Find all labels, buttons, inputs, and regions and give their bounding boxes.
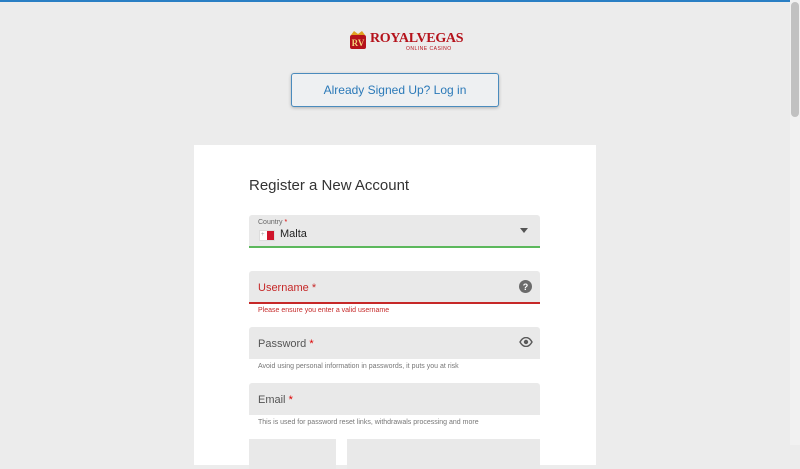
password-hint: Avoid using personal information in pass… [258, 363, 459, 370]
eye-icon[interactable] [519, 337, 533, 347]
svg-text:RV: RV [352, 38, 365, 48]
username-label: Username * [258, 282, 317, 294]
email-field[interactable]: Email * [249, 383, 540, 415]
royal-vegas-logo[interactable]: RV ROYALVEGAS ONLINE CASINO [348, 26, 464, 52]
already-signed-up-login-button[interactable]: Already Signed Up? Log in [291, 73, 499, 107]
help-icon[interactable]: ? [519, 280, 532, 293]
username-field[interactable]: Username * ? [249, 271, 540, 304]
crown-badge-icon: RV [350, 31, 366, 49]
password-field[interactable]: Password * [249, 327, 540, 359]
dropdown-caret-icon[interactable] [520, 228, 528, 233]
country-select[interactable]: Country * + Malta [249, 215, 540, 248]
next-field-right[interactable] [347, 439, 540, 469]
next-field-left[interactable] [249, 439, 336, 469]
password-label: Password * [258, 338, 314, 350]
email-label: Email * [258, 394, 293, 406]
scrollbar[interactable] [790, 0, 800, 445]
email-hint: This is used for password reset links, w… [258, 419, 479, 426]
country-value: Malta [280, 228, 307, 240]
username-error: Please ensure you enter a valid username [258, 307, 390, 314]
scrollbar-thumb[interactable] [791, 2, 799, 117]
logo-text: ROYALVEGAS [370, 31, 464, 46]
malta-flag-icon: + [259, 230, 275, 241]
country-label: Country * [258, 219, 288, 226]
registration-card: Register a New Account Country * + Malta… [194, 145, 596, 469]
logo-subtext: ONLINE CASINO [406, 46, 452, 52]
form-title: Register a New Account [249, 177, 410, 194]
top-accent-bar [0, 0, 790, 2]
